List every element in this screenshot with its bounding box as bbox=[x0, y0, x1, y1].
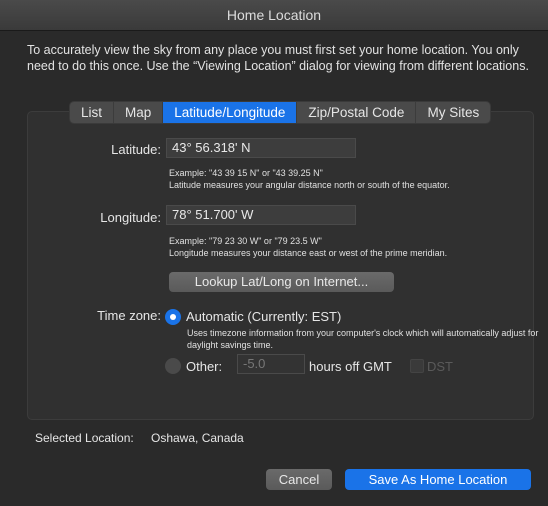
latitude-input[interactable]: 43° 56.318' N bbox=[166, 138, 356, 158]
home-location-dialog: Home Location To accurately view the sky… bbox=[0, 0, 548, 506]
hours-off-gmt-label: hours off GMT bbox=[309, 359, 392, 374]
intro-text: To accurately view the sky from any plac… bbox=[27, 43, 529, 73]
lookup-lat-long-button[interactable]: Lookup Lat/Long on Internet... bbox=[169, 272, 394, 292]
tab-latitude-longitude[interactable]: Latitude/Longitude bbox=[163, 102, 298, 123]
dst-checkbox[interactable] bbox=[410, 359, 424, 373]
timezone-label: Time zone: bbox=[97, 308, 161, 323]
tab-bar: List Map Latitude/Longitude Zip/Postal C… bbox=[69, 101, 492, 124]
longitude-label: Longitude: bbox=[100, 210, 161, 225]
dst-label[interactable]: DST bbox=[427, 359, 453, 374]
latitude-description: Latitude measures your angular distance … bbox=[169, 180, 450, 190]
longitude-description: Longitude measures your distance east or… bbox=[169, 248, 448, 258]
longitude-input[interactable]: 78° 51.700' W bbox=[166, 205, 356, 225]
automatic-timezone-desc-1: Uses timezone information from your comp… bbox=[187, 328, 539, 338]
other-timezone-label[interactable]: Other: bbox=[186, 359, 222, 374]
tab-zip-postal-code[interactable]: Zip/Postal Code bbox=[297, 102, 417, 123]
other-timezone-radio[interactable] bbox=[165, 358, 181, 374]
selected-location-value: Oshawa, Canada bbox=[151, 431, 244, 445]
cancel-button[interactable]: Cancel bbox=[266, 469, 332, 490]
longitude-example: Example: "79 23 30 W" or "79 23.5 W" bbox=[169, 236, 322, 246]
save-home-location-button[interactable]: Save As Home Location bbox=[345, 469, 531, 490]
automatic-timezone-label[interactable]: Automatic (Currently: EST) bbox=[186, 309, 341, 324]
latitude-example: Example: "43 39 15 N" or "43 39.25 N" bbox=[169, 168, 323, 178]
gmt-offset-input[interactable]: -5.0 bbox=[237, 354, 305, 374]
selected-location-label: Selected Location: bbox=[35, 431, 134, 445]
automatic-timezone-radio[interactable] bbox=[165, 309, 181, 325]
tab-map[interactable]: Map bbox=[114, 102, 164, 123]
automatic-timezone-desc-2: daylight savings time. bbox=[187, 340, 274, 350]
window-title: Home Location bbox=[0, 0, 548, 31]
latitude-label: Latitude: bbox=[111, 142, 161, 157]
tab-list[interactable]: List bbox=[70, 102, 115, 123]
tab-my-sites[interactable]: My Sites bbox=[416, 102, 490, 123]
